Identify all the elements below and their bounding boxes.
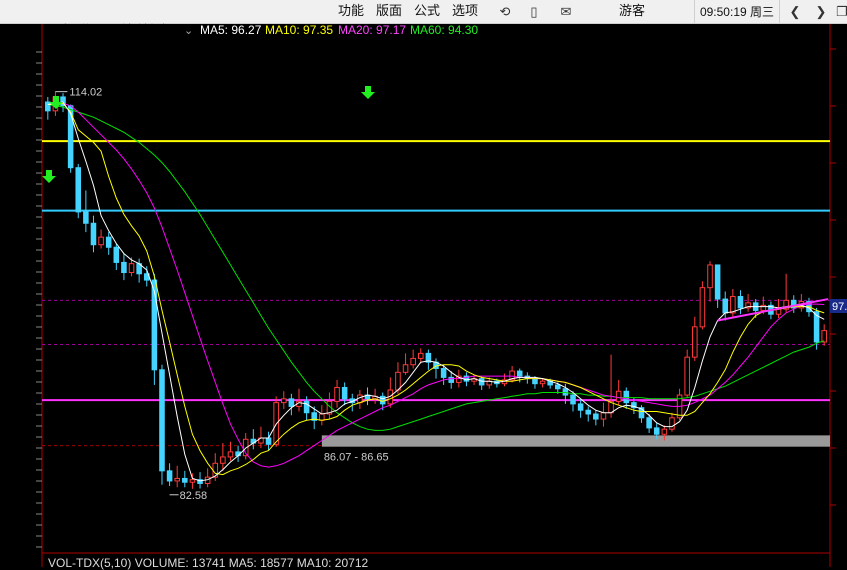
menu-layout[interactable]: 版面 <box>376 3 402 19</box>
menu-formula[interactable]: 公式 <box>414 3 440 19</box>
menu-function[interactable]: 功能 <box>338 3 364 19</box>
forward-arrow-icon[interactable]: ❯ <box>813 4 829 20</box>
kline-chart[interactable]: 114.02 82.58 86.07 - 86.65 97. <box>0 24 847 567</box>
candle-body <box>737 296 744 309</box>
candle-body <box>532 378 538 385</box>
ma60-legend: MA60: 94.30 <box>410 23 479 37</box>
candle-body <box>730 296 736 314</box>
candle-body <box>692 326 698 358</box>
right-axis-ticks <box>830 48 836 506</box>
candle-body <box>593 413 599 420</box>
guest-user-button[interactable]: 游客 <box>619 3 645 19</box>
candle-body <box>319 413 325 421</box>
low-price-label: 82.58 <box>180 490 208 502</box>
left-axis-ticks <box>36 51 42 548</box>
candle-body <box>585 409 592 415</box>
refresh-icon[interactable]: ⟲ <box>497 4 513 20</box>
menu-options[interactable]: 选项 <box>452 3 478 19</box>
candle-body <box>562 388 569 396</box>
candle-body <box>653 427 660 435</box>
ma20-legend: MA20: 97.17 <box>338 23 407 37</box>
signal-arrow-icon-2 <box>361 86 375 99</box>
volume-indicator-legend: VOL-TDX(5,10) VOLUME: 13741 MA5: 18577 M… <box>48 556 369 570</box>
candle-body <box>669 417 675 430</box>
chevron-down-icon[interactable]: ⌄ <box>184 24 193 38</box>
candle-body <box>410 357 416 366</box>
candle-body <box>615 390 622 402</box>
candle-body <box>113 246 120 263</box>
candle-body <box>75 167 82 213</box>
candle-body <box>539 380 546 385</box>
candle-body <box>516 370 523 377</box>
candle-body <box>417 352 424 359</box>
support-zone-band[interactable] <box>321 435 830 447</box>
candle-body <box>395 371 401 391</box>
candle-body <box>288 398 295 407</box>
back-arrow-icon[interactable]: ❮ <box>787 4 803 20</box>
candle-body <box>623 390 630 404</box>
current-price-tag: 97. <box>832 301 847 313</box>
candle-body <box>684 356 690 396</box>
candles-layer <box>45 91 827 489</box>
candle-body <box>121 261 127 274</box>
mail-icon[interactable]: ✉ <box>558 4 574 20</box>
candle-body <box>714 264 721 300</box>
ma10-legend: MA10: 97.35 <box>265 23 334 37</box>
window-restore-icon[interactable]: ❐ <box>834 4 847 20</box>
top-toolbar: 功能 版面 公式 选项 ⟲ ▯ ✉ 游客 09:50:19 周三 ❮ ❯ ❐ <box>0 0 847 24</box>
candle-body <box>570 394 576 405</box>
high-price-label: 114.02 <box>69 87 102 99</box>
candle-body <box>303 400 310 414</box>
clock-time: 09:50:19 <box>699 5 747 19</box>
candle-body <box>341 386 348 400</box>
candle-body <box>577 403 584 411</box>
zone-range-label: 86.07 - 86.65 <box>324 452 389 464</box>
candle-body <box>478 378 485 386</box>
candle-body <box>402 364 409 373</box>
candle-body <box>600 412 607 420</box>
candle-body <box>105 236 112 248</box>
candle-body <box>182 477 188 483</box>
candle-body <box>379 395 386 405</box>
candle-body <box>699 287 706 328</box>
candle-body <box>661 428 668 435</box>
phone-icon[interactable]: ▯ <box>526 4 542 20</box>
clock-display: 09:50:19 周三 <box>694 0 780 24</box>
candle-body <box>707 264 713 289</box>
candle-body <box>334 386 340 402</box>
candle-body <box>722 298 729 314</box>
clock-weekday: 周三 <box>750 5 775 19</box>
candle-body <box>265 437 272 445</box>
candle-body <box>45 101 51 112</box>
candle-body <box>174 477 180 482</box>
candle-body <box>555 384 561 390</box>
signal-arrow-icon-3 <box>42 170 56 183</box>
candle-body <box>440 368 447 378</box>
candle-body <box>280 398 287 404</box>
candle-body <box>83 211 89 224</box>
candle-body <box>166 470 173 482</box>
candle-body <box>159 369 165 472</box>
ma5-legend: MA5: 96.27 <box>200 23 262 37</box>
candle-body <box>90 222 97 246</box>
candle-body <box>189 479 196 483</box>
candle-body <box>821 330 827 343</box>
candle-body <box>646 417 652 429</box>
chart-title: 天孚通信(15分钟 前复权) <box>44 23 177 37</box>
candle-body <box>220 456 226 464</box>
candle-body <box>227 451 234 458</box>
candle-body <box>128 263 135 274</box>
candle-body <box>98 236 104 246</box>
